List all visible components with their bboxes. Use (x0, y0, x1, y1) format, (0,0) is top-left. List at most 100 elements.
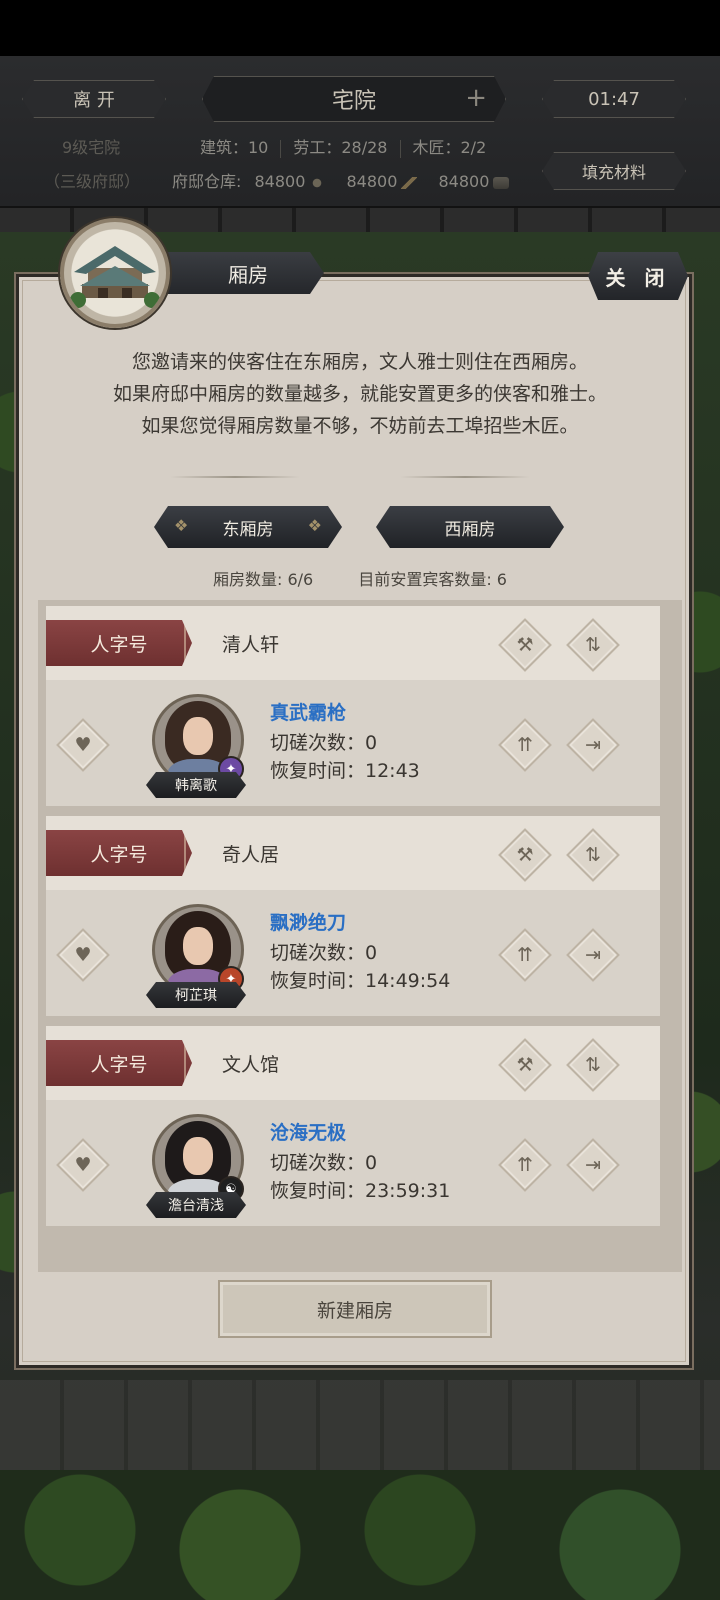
guest-name: 澹台清浅 (168, 1198, 224, 1214)
room-rank-badge: 人字号 (46, 1040, 192, 1086)
residence-title-text: 宅院 (331, 89, 376, 114)
ore-icon (309, 176, 326, 189)
panel-title-tab: 厢房 (152, 252, 324, 294)
room-name: 奇人居 (222, 844, 280, 866)
upgrade-button[interactable]: ⇈ (498, 1138, 552, 1192)
evict-button[interactable]: ⇥ (566, 1138, 620, 1192)
intro-text: 您邀请来的侠客住在东厢房，文人雅士则住在西厢房。 如果府邸中厢房的数量越多，就能… (30, 346, 690, 442)
swap-icon: ⇅ (585, 844, 601, 866)
labor-stat: 劳工：28/28 (293, 138, 388, 157)
hammer-icon: ⚒ (516, 844, 534, 866)
list-item: 人字号 文人馆 ⚒ ⇅ ♥ ☯ 澹台清浅 沧海无极 切磋次数：0 恢复时间：23… (46, 1026, 660, 1226)
hammer-icon: ⚒ (516, 634, 534, 656)
favor-button[interactable]: ♥ (56, 1138, 110, 1192)
guest-name: 韩离歌 (175, 778, 217, 794)
build-button[interactable]: ⚒ (498, 828, 552, 882)
tab-west-wing-label: 西厢房 (444, 519, 496, 540)
close-button[interactable]: 关 闭 (588, 252, 688, 300)
guest-count: 目前安置宾客数量: 6 (358, 570, 507, 589)
swap-button[interactable]: ⇅ (566, 828, 620, 882)
room-rank-badge: 人字号 (46, 620, 192, 666)
tab-west-wing[interactable]: 西厢房 (376, 506, 564, 548)
room-guest: ♥ ✦ 柯芷琪 飘渺绝刀 切磋次数：0 恢复时间：14:49:54 ⇈ ⇥ (46, 890, 660, 1016)
upgrade-button[interactable]: ⇈ (498, 928, 552, 982)
room-rank-label: 人字号 (90, 1053, 148, 1076)
warehouse-label: 府邸仓库: (172, 172, 242, 191)
leave-button[interactable]: 离 开 (22, 80, 166, 118)
evict-button[interactable]: ⇥ (566, 718, 620, 772)
swap-button[interactable]: ⇅ (566, 1038, 620, 1092)
tab-east-wing[interactable]: 东厢房 (154, 506, 342, 548)
favor-button[interactable]: ♥ (56, 928, 110, 982)
close-label: 关 闭 (605, 265, 671, 290)
favor-button[interactable]: ♥ (56, 718, 110, 772)
build-button[interactable]: ⚒ (498, 1038, 552, 1092)
tab-east-wing-label: 东厢房 (222, 519, 274, 540)
exit-door-icon: ⇥ (585, 944, 601, 966)
residence-title: 宅院 + (202, 76, 506, 122)
leave-label: 离 开 (73, 90, 115, 111)
upgrade-button[interactable]: ⇈ (498, 718, 552, 772)
wing-room-building-icon (60, 218, 170, 328)
list-item: 人字号 清人轩 ⚒ ⇅ ♥ ✦ 韩离歌 真武霸枪 切磋次数：0 恢复时间：12:… (46, 606, 660, 806)
counts-row: 厢房数量: 6/6 目前安置宾客数量: 6 (0, 566, 720, 590)
exit-door-icon: ⇥ (585, 1154, 601, 1176)
cloth-icon (493, 176, 510, 189)
residence-sub: （三级府邸） (44, 172, 141, 191)
warehouse-row: 府邸仓库: 84800 84800 84800 (172, 168, 510, 192)
swap-icon: ⇅ (585, 1054, 601, 1076)
room-header: 人字号 清人轩 ⚒ ⇅ (46, 606, 660, 680)
room-guest: ♥ ☯ 澹台清浅 沧海无极 切磋次数：0 恢复时间：23:59:31 ⇈ ⇥ (46, 1100, 660, 1226)
swap-button[interactable]: ⇅ (566, 618, 620, 672)
evict-button[interactable]: ⇥ (566, 928, 620, 982)
upgrade-icon: ⇈ (517, 1154, 533, 1176)
residence-level: 9级宅院 (62, 138, 121, 157)
intro-line-1: 您邀请来的侠客住在东厢房，文人雅士则住在西厢房。 (131, 351, 588, 373)
heart-icon: ♥ (74, 734, 92, 756)
wood-icon (401, 176, 418, 189)
timer-display: 01:47 (542, 80, 686, 118)
hammer-icon: ⚒ (516, 1054, 534, 1076)
swap-icon: ⇅ (585, 634, 601, 656)
room-name: 清人轩 (222, 634, 280, 656)
guest-name: 柯芷琪 (175, 988, 217, 1004)
resource-3-value: 84800 (438, 172, 490, 191)
timer-text: 01:47 (588, 88, 640, 110)
new-room-button[interactable]: 新建厢房 (218, 1280, 492, 1338)
recover-time: 恢复时间：12:43 (270, 760, 420, 782)
room-guest: ♥ ✦ 韩离歌 真武霸枪 切磋次数：0 恢复时间：12:43 ⇈ ⇥ (46, 680, 660, 806)
guest-name-plate: 韩离歌 (146, 772, 246, 798)
plus-icon[interactable]: + (465, 83, 487, 113)
room-rank-badge: 人字号 (46, 830, 192, 876)
build-button[interactable]: ⚒ (498, 618, 552, 672)
status-bar (0, 0, 720, 56)
intro-line-3: 如果您觉得厢房数量不够，不妨前去工埠招些木匠。 (141, 415, 579, 437)
spar-count: 切磋次数：0 (270, 942, 378, 964)
bushes (0, 1470, 720, 1600)
recover-time: 恢复时间：23:59:31 (270, 1180, 451, 1202)
room-count: 厢房数量: 6/6 (213, 570, 314, 589)
building-stat: 建筑：10 (200, 138, 269, 157)
guest-school[interactable]: 飘渺绝刀 (270, 908, 346, 935)
divider-left (170, 476, 300, 478)
room-header: 人字号 奇人居 ⚒ ⇅ (46, 816, 660, 890)
resource-1-value: 84800 (254, 172, 306, 191)
heart-icon: ♥ (74, 1154, 92, 1176)
guest-school[interactable]: 真武霸枪 (270, 698, 346, 725)
recover-time: 恢复时间：14:49:54 (270, 970, 451, 992)
room-name: 文人馆 (222, 1054, 280, 1076)
new-room-label: 新建厢房 (316, 1299, 393, 1322)
guest-school[interactable]: 沧海无极 (270, 1118, 346, 1145)
exit-door-icon: ⇥ (585, 734, 601, 756)
guest-name-plate: 柯芷琪 (146, 982, 246, 1008)
room-list: 人字号 清人轩 ⚒ ⇅ ♥ ✦ 韩离歌 真武霸枪 切磋次数：0 恢复时间：12:… (38, 600, 682, 1272)
upgrade-icon: ⇈ (517, 944, 533, 966)
room-rank-label: 人字号 (90, 843, 148, 866)
resource-2-value: 84800 (346, 172, 398, 191)
carpenter-stat: 木匠：2/2 (412, 138, 487, 157)
fill-materials-label: 填充材料 (581, 163, 646, 182)
fill-materials-button[interactable]: 填充材料 (542, 152, 686, 190)
spar-count: 切磋次数：0 (270, 732, 378, 754)
upgrade-icon: ⇈ (517, 734, 533, 756)
list-item: 人字号 奇人居 ⚒ ⇅ ♥ ✦ 柯芷琪 飘渺绝刀 切磋次数：0 恢复时间：14:… (46, 816, 660, 1016)
